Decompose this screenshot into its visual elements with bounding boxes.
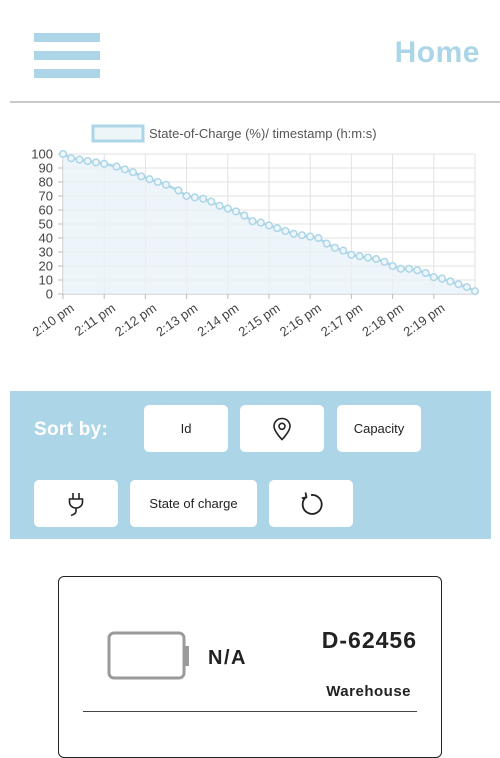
refresh-icon bbox=[301, 491, 323, 515]
data-point bbox=[153, 177, 162, 187]
data-point bbox=[446, 277, 455, 286]
battery-empty-icon bbox=[107, 631, 189, 680]
data-point bbox=[396, 264, 405, 273]
data-point bbox=[437, 274, 447, 283]
data-point bbox=[190, 193, 199, 202]
device-location: Warehouse bbox=[326, 683, 411, 700]
card-divider bbox=[83, 711, 417, 712]
header-divider bbox=[10, 101, 500, 103]
sort-by-id-label: Id bbox=[180, 421, 192, 436]
data-point bbox=[363, 253, 372, 262]
y-tick-label: 30 bbox=[39, 245, 53, 260]
data-point bbox=[306, 232, 315, 241]
page-title: Home bbox=[394, 36, 480, 69]
y-tick-label: 60 bbox=[39, 203, 53, 218]
data-point bbox=[281, 226, 290, 236]
y-tick-label: 70 bbox=[39, 189, 53, 204]
sort-by-capacity-label: Capacity bbox=[353, 421, 405, 436]
data-point bbox=[322, 239, 331, 248]
data-point bbox=[330, 243, 339, 252]
data-point bbox=[207, 197, 216, 206]
data-point bbox=[314, 233, 323, 243]
state-of-charge-value: N/A bbox=[208, 647, 247, 669]
data-point bbox=[100, 159, 109, 168]
device-id: D-62456 bbox=[321, 627, 417, 653]
data-point bbox=[289, 229, 298, 238]
sort-by-charging-button[interactable] bbox=[34, 480, 118, 527]
data-point bbox=[182, 191, 191, 201]
data-point bbox=[273, 224, 282, 233]
y-tick-label: 0 bbox=[46, 287, 53, 302]
sort-by-capacity-button[interactable]: Capacity bbox=[337, 405, 421, 452]
plug-icon bbox=[68, 492, 84, 516]
x-tick-label: 2:14 pm bbox=[194, 300, 241, 339]
location-pin-icon bbox=[273, 417, 291, 441]
data-point bbox=[128, 168, 138, 177]
y-tick-label: 80 bbox=[39, 175, 53, 190]
y-tick-label: 90 bbox=[39, 161, 53, 176]
data-point bbox=[339, 246, 348, 255]
sort-by-id-button[interactable]: Id bbox=[144, 405, 228, 452]
data-point bbox=[388, 261, 397, 271]
data-point bbox=[67, 154, 76, 163]
data-point bbox=[355, 252, 364, 261]
data-point bbox=[161, 180, 171, 189]
sort-by-label: Sort by: bbox=[34, 419, 109, 440]
sort-by-state-of-charge-button[interactable]: State of charge bbox=[130, 480, 257, 527]
data-point bbox=[421, 268, 430, 278]
sort-by-state-of-charge-label: State of charge bbox=[149, 496, 238, 511]
data-point bbox=[137, 172, 146, 181]
data-point bbox=[240, 211, 249, 220]
data-point bbox=[454, 280, 463, 289]
legend-label: State-of-Charge (%)/ timestamp (h:m:s) bbox=[149, 126, 377, 141]
x-tick-label: 2:10 pm bbox=[30, 300, 77, 339]
data-point bbox=[215, 201, 224, 210]
data-point bbox=[380, 257, 389, 266]
data-point bbox=[145, 175, 154, 184]
data-point bbox=[112, 162, 121, 171]
data-point bbox=[91, 158, 101, 167]
data-point bbox=[223, 204, 232, 213]
data-point bbox=[413, 266, 422, 275]
data-point bbox=[231, 207, 241, 216]
hamburger-menu-icon[interactable] bbox=[34, 33, 100, 78]
data-point bbox=[264, 221, 274, 230]
x-tick-label: 2:15 pm bbox=[236, 300, 283, 339]
top-bar: Home bbox=[0, 0, 500, 103]
legend-swatch bbox=[91, 124, 145, 143]
data-point bbox=[347, 250, 356, 259]
data-point bbox=[470, 287, 480, 296]
state-of-charge-chart: State-of-Charge (%)/ timestamp (h:m:s) 0 1… bbox=[0, 110, 500, 380]
data-point bbox=[372, 254, 381, 264]
y-tick-label: 20 bbox=[39, 259, 53, 274]
data-point bbox=[174, 186, 183, 195]
device-card[interactable]: N/A D-62456 Warehouse bbox=[58, 576, 442, 758]
x-tick-label: 2:13 pm bbox=[153, 300, 200, 339]
y-tick-label: 100 bbox=[31, 147, 53, 162]
sort-by-location-button[interactable] bbox=[240, 405, 324, 452]
x-tick-label: 2:17 pm bbox=[318, 300, 365, 339]
data-point bbox=[83, 156, 92, 166]
data-point bbox=[256, 218, 265, 227]
data-point bbox=[429, 273, 438, 282]
x-tick-label: 2:12 pm bbox=[112, 300, 159, 339]
data-point bbox=[58, 149, 68, 159]
data-point bbox=[248, 217, 257, 226]
x-tick-label: 2:16 pm bbox=[277, 300, 324, 339]
sort-panel: Sort by: Id Capacity State of charge bbox=[10, 391, 491, 539]
data-point bbox=[120, 165, 129, 174]
x-tick-label: 2:19 pm bbox=[400, 300, 447, 339]
y-tick-label: 40 bbox=[39, 231, 53, 246]
y-tick-label: 50 bbox=[39, 217, 53, 232]
data-point bbox=[405, 264, 414, 273]
y-tick-label: 10 bbox=[39, 273, 53, 288]
x-tick-label: 2:18 pm bbox=[359, 300, 406, 339]
data-point bbox=[75, 155, 84, 164]
refresh-button[interactable] bbox=[269, 480, 353, 527]
data-point bbox=[199, 194, 208, 203]
data-point bbox=[297, 231, 307, 240]
chart-svg: State-of-Charge (%)/ timestamp (h:m:s)01… bbox=[30, 124, 480, 339]
data-point bbox=[462, 282, 471, 292]
x-tick-label: 2:11 pm bbox=[72, 300, 118, 339]
